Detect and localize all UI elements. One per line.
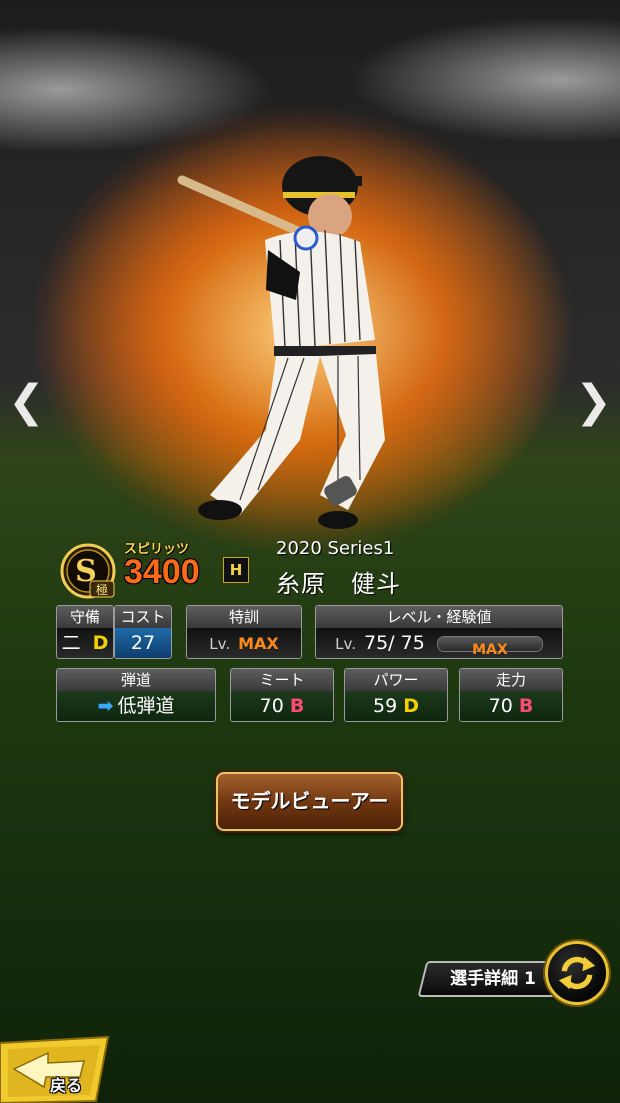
rank-s-badge-icon: S 極	[60, 543, 116, 599]
cost-value: 27	[115, 628, 171, 658]
exp-bar: MAX	[436, 635, 543, 658]
previous-card-chevron-left-icon[interactable]: ❮	[8, 380, 45, 424]
power-value: 59	[372, 695, 398, 717]
player-image	[177, 156, 385, 529]
trajectory-box: 弾道 ➡ 低弾道	[56, 668, 216, 722]
contact-grade: B	[289, 695, 305, 717]
contact-value: 70	[259, 695, 284, 717]
cost-box: コスト 27	[114, 605, 172, 659]
model-viewer-button[interactable]: モデルビューアー	[216, 772, 403, 831]
power-value-row: 59 D	[345, 691, 447, 721]
speed-head: 走力	[460, 669, 562, 691]
training-box: 特訓 Lv. MAX	[186, 605, 302, 659]
exp-max-label: MAX	[472, 641, 508, 658]
speed-value-row: 70 B	[460, 691, 562, 721]
back-button-label: 戻る	[50, 1076, 83, 1095]
level-head: レベル・経験値	[316, 606, 562, 628]
team-logo-icon: H	[223, 557, 249, 583]
speed-box: 走力 70 B	[459, 668, 563, 722]
contact-box: ミート 70 B	[230, 668, 334, 722]
level-box: レベル・経験値 Lv. 75/ 75 MAX	[315, 605, 563, 659]
position-value: 二 D	[57, 628, 113, 658]
next-card-chevron-right-icon[interactable]: ❯	[575, 380, 612, 424]
position-text: 二	[61, 632, 81, 654]
power-box: パワー 59 D	[344, 668, 448, 722]
training-max: MAX	[238, 634, 279, 653]
speed-grade: B	[518, 695, 534, 717]
swap-icon[interactable]	[545, 941, 609, 1005]
trajectory-head: 弾道	[57, 669, 215, 691]
rank-sub: 極	[96, 582, 108, 597]
player-detail-label: 選手詳細 1	[450, 969, 536, 989]
player-name: 糸原 健斗	[276, 570, 401, 598]
training-lv-label: Lv.	[209, 635, 231, 653]
level-value-row: Lv. 75/ 75 MAX	[316, 628, 562, 658]
power-grade: D	[403, 695, 419, 717]
spirit-value: 3400	[124, 553, 200, 591]
position-head: 守備	[57, 606, 113, 628]
level-value: 75/ 75	[364, 632, 425, 654]
level-lv-label: Lv.	[335, 635, 356, 653]
trajectory-value-row: ➡ 低弾道	[57, 691, 215, 721]
trajectory-value: 低弾道	[117, 695, 175, 717]
contact-head: ミート	[231, 669, 333, 691]
contact-value-row: 70 B	[231, 691, 333, 721]
training-head: 特訓	[187, 606, 301, 628]
training-value: Lv. MAX	[187, 628, 301, 658]
right-arrow-icon: ➡	[97, 695, 114, 717]
position-box: 守備 二 D	[56, 605, 114, 659]
position-grade: D	[92, 632, 109, 654]
card-series: 2020 Series1	[276, 538, 395, 559]
power-head: パワー	[345, 669, 447, 691]
cost-head: コスト	[115, 606, 171, 628]
speed-value: 70	[488, 695, 513, 717]
